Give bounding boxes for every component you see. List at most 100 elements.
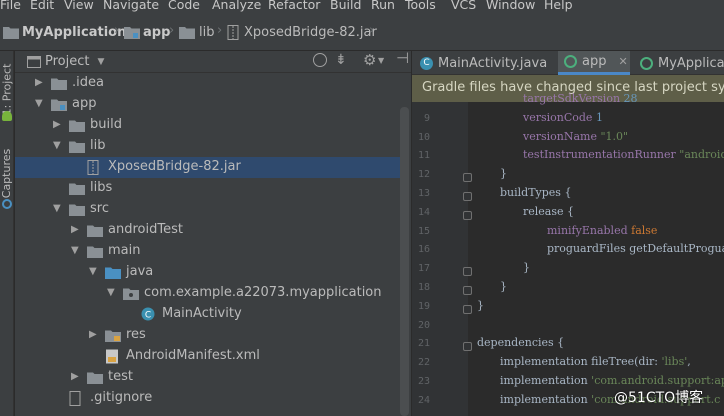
collapse-all-icon[interactable]: ⇟ [335, 52, 347, 68]
code-line: } [500, 167, 507, 181]
tree-item-mainactivity[interactable]: C MainActivity [15, 304, 401, 325]
chevron-right-icon[interactable]: ▶ [35, 77, 45, 89]
tree-item-label: build [90, 117, 122, 132]
tab-myapplication-gradle[interactable]: MyApplicati [636, 51, 724, 75]
tree-item-build[interactable]: ▶ build [15, 115, 401, 136]
project-tree-scrollbar[interactable] [400, 107, 409, 416]
tree-item-com-example-a22073-myapplication[interactable]: ▼ com.example.a22073.myapplication [15, 283, 401, 304]
tree-item-test[interactable]: ▶ test [15, 367, 401, 388]
tree-item-res[interactable]: ▶ res [15, 325, 401, 346]
breadcrumb-jar[interactable]: XposedBridge-82.jar [227, 23, 377, 41]
folder-icon [69, 204, 85, 220]
chevron-right-icon[interactable]: ▶ [89, 329, 99, 341]
fold-marker-icon[interactable] [463, 267, 472, 277]
breadcrumb-label: lib [199, 24, 215, 40]
menu-help[interactable]: Help [544, 0, 573, 12]
class-icon: C [141, 307, 155, 325]
project-view-selector[interactable]: Project ▼ [27, 54, 104, 69]
watermark: @51CTO博客 [614, 390, 704, 406]
menu-run[interactable]: Run [371, 0, 395, 12]
menu-refactor[interactable]: Refactor [268, 0, 320, 12]
folder-icon [69, 183, 85, 199]
menu-analyze[interactable]: Analyze [212, 0, 261, 12]
menu-tools[interactable]: Tools [405, 0, 436, 12]
breadcrumb-label: MyApplication [22, 24, 127, 40]
code-line: dependencies { [477, 336, 565, 350]
chevron-down-icon[interactable]: ▼ [35, 98, 45, 110]
tree-item-label: app [72, 96, 97, 111]
tree-item-label: AndroidManifest.xml [126, 348, 260, 363]
chevron-down-icon[interactable]: ▼ [107, 287, 117, 299]
breadcrumb-app[interactable]: app [124, 23, 170, 41]
tree-item-idea[interactable]: ▶ .idea [15, 73, 401, 94]
class-icon: C [420, 56, 433, 70]
fold-marker-icon[interactable] [463, 192, 472, 201]
code-line: buildTypes { [500, 186, 572, 199]
tab-captures-tool[interactable]: Captures [0, 143, 14, 203]
line-number: 19 [417, 300, 430, 312]
menu-vcs[interactable]: VCS [451, 0, 476, 12]
fold-marker-icon[interactable] [463, 173, 472, 183]
menu-build[interactable]: Build [330, 0, 361, 12]
module-folder-icon [124, 26, 140, 39]
line-number: 20 [417, 319, 430, 331]
caret-down-icon: ▼ [97, 56, 105, 67]
tree-item-libs[interactable]: libs [15, 178, 401, 199]
tree-item-app[interactable]: ▼ app [15, 94, 401, 115]
chevron-down-icon[interactable]: ▼ [53, 140, 63, 152]
chevron-down-icon[interactable]: ▼ [71, 245, 81, 257]
locate-target-icon[interactable] [313, 53, 327, 67]
fold-marker-icon[interactable] [463, 342, 472, 352]
chevron-right-icon[interactable]: ▶ [71, 371, 81, 383]
tree-item-label: java [126, 264, 154, 279]
menu-view[interactable]: View [64, 0, 94, 12]
tree-item-src[interactable]: ▼ src [15, 199, 401, 220]
hide-panel-icon[interactable]: ⊣ [396, 49, 409, 67]
source-folder-icon [105, 267, 121, 283]
chevron-down-icon[interactable]: ▼ [89, 266, 99, 278]
menu-window[interactable]: Window [486, 0, 535, 12]
tree-item-androidmanifest-xml[interactable]: AndroidManifest.xml [15, 346, 401, 367]
tab-label: 1: Project [0, 63, 14, 115]
breadcrumb-lib[interactable]: lib [179, 23, 214, 41]
code-line: implementation 'com.android.support:ap [500, 374, 724, 387]
fold-marker-icon[interactable] [463, 210, 472, 220]
left-tool-strip: 1: Project Captures [0, 51, 14, 416]
code-line: targetSdkVersion 28 [523, 92, 638, 105]
menu-file[interactable]: File [0, 0, 21, 12]
tree-item-gitignore[interactable]: .gitignore [15, 388, 401, 409]
menu-navigate[interactable]: Navigate [103, 0, 159, 12]
breadcrumb-project[interactable]: MyApplication [3, 23, 126, 41]
file-icon [69, 391, 81, 410]
menu-edit[interactable]: Edit [30, 0, 54, 12]
close-icon[interactable]: ✕ [618, 55, 627, 68]
tab-app-gradle[interactable]: app ✕ [558, 51, 630, 75]
tree-item-java[interactable]: ▼ java [15, 262, 401, 283]
tree-item-label: androidTest [108, 222, 183, 237]
line-number: 9 [423, 112, 430, 124]
chevron-right-icon[interactable]: ▶ [53, 119, 63, 131]
gear-icon[interactable]: ⚙ [363, 51, 376, 69]
package-icon [123, 288, 139, 304]
tree-item-androidtest[interactable]: ▶ androidTest [15, 220, 401, 241]
tree-item-lib[interactable]: ▼ lib [15, 136, 401, 157]
fold-marker-icon[interactable] [463, 304, 472, 314]
breadcrumb-label: app [143, 24, 171, 40]
fold-marker-icon[interactable] [463, 286, 472, 295]
caret-down-icon[interactable]: ▼ [378, 56, 384, 65]
tree-item-xposedbridge-82-jar[interactable]: XposedBridge-82.jar [15, 157, 401, 178]
line-number: 18 [417, 282, 430, 293]
gradle-icon [640, 56, 653, 70]
tree-item-label: libs [90, 180, 113, 195]
menu-code[interactable]: Code [168, 0, 200, 12]
android-icon [2, 111, 12, 121]
code-line: implementation fileTree(dir: 'libs', [500, 355, 691, 369]
line-number: 22 [417, 357, 430, 369]
code-line: release { [523, 204, 575, 218]
chevron-down-icon[interactable]: ▼ [53, 203, 63, 215]
folder-icon [87, 225, 103, 241]
tab-mainactivity-java[interactable]: C MainActivity.java [412, 51, 552, 75]
code-line: proguardFiles getDefaultProgua [547, 242, 724, 256]
chevron-right-icon[interactable]: ▶ [71, 224, 81, 236]
tree-item-main[interactable]: ▼ main [15, 241, 401, 262]
